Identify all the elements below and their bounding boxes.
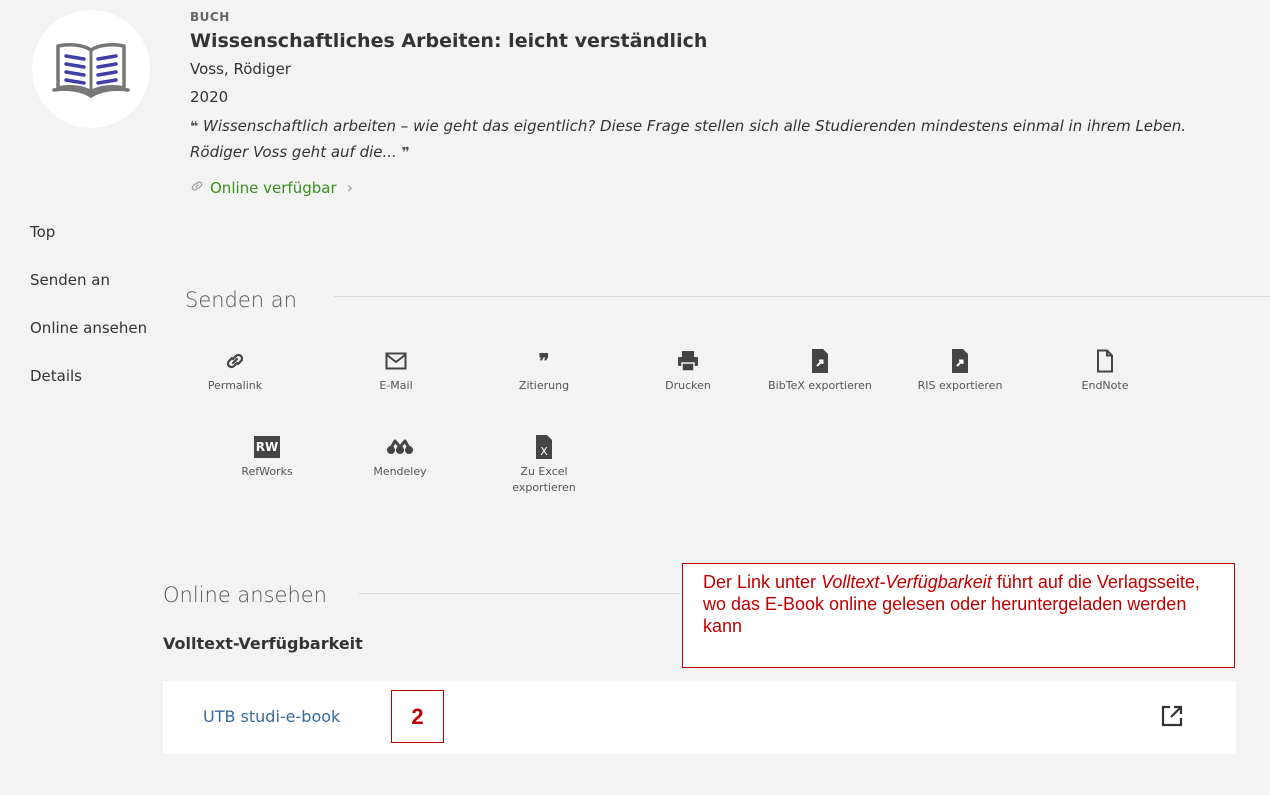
action-permalink[interactable]: Permalink bbox=[180, 346, 290, 394]
step-number-marker: 2 bbox=[391, 690, 444, 743]
link-icon bbox=[180, 346, 290, 376]
annotation-callout: Der Link unter Volltext-Verfügbarkeit fü… bbox=[682, 563, 1235, 668]
book-cover-thumbnail bbox=[32, 10, 150, 128]
availability-label: Online verfügbar bbox=[210, 178, 337, 197]
record-title[interactable]: Wissenschaftliches Arbeiten: leicht vers… bbox=[190, 30, 707, 52]
action-excel[interactable]: X Zu Excel exportieren bbox=[489, 432, 599, 496]
action-endnote[interactable]: EndNote bbox=[1050, 346, 1160, 394]
fulltext-link-row[interactable]: UTB studi-e-book bbox=[163, 681, 1236, 754]
action-label: Zu Excel exportieren bbox=[512, 465, 576, 494]
nav-item-send-to[interactable]: Senden an bbox=[30, 270, 147, 318]
utb-studi-e-book-link[interactable]: UTB studi-e-book bbox=[203, 707, 340, 726]
excel-icon: X bbox=[489, 432, 599, 462]
file-icon bbox=[1050, 346, 1160, 376]
callout-emphasis: Volltext-Verfügbarkeit bbox=[821, 572, 992, 592]
excel-badge: X bbox=[540, 445, 548, 458]
nav-item-top[interactable]: Top bbox=[30, 222, 147, 270]
action-refworks[interactable]: RW RefWorks bbox=[212, 432, 322, 480]
send-to-heading: Senden an bbox=[185, 288, 297, 312]
action-citation[interactable]: ❞ Zitierung bbox=[489, 346, 599, 394]
action-label: Drucken bbox=[665, 379, 711, 392]
action-email[interactable]: E-Mail bbox=[341, 346, 451, 394]
quote-icon: ❞ bbox=[538, 349, 550, 373]
action-label: Mendeley bbox=[373, 465, 427, 478]
record-type: BUCH bbox=[190, 10, 230, 24]
online-view-divider bbox=[359, 593, 681, 594]
callout-prefix: Der Link unter bbox=[703, 572, 822, 592]
refworks-icon: RW bbox=[212, 432, 322, 462]
print-icon bbox=[633, 346, 743, 376]
open-quote-icon: ❝ bbox=[190, 119, 199, 135]
open-book-icon bbox=[52, 43, 130, 99]
record-year: 2020 bbox=[190, 88, 229, 106]
action-label: Permalink bbox=[207, 379, 263, 392]
action-label: EndNote bbox=[1081, 379, 1129, 392]
record-description: ❝ Wissenschaftlich arbeiten – wie geht d… bbox=[190, 114, 1240, 166]
record-author[interactable]: Voss, Rödiger bbox=[190, 60, 291, 78]
action-label: BibTeX exportieren bbox=[768, 379, 872, 392]
section-navigation: Top Senden an Online ansehen Details bbox=[30, 222, 147, 414]
action-mendeley[interactable]: Mendeley bbox=[345, 432, 455, 480]
nav-item-details[interactable]: Details bbox=[30, 366, 147, 414]
chevron-right-icon: › bbox=[346, 178, 354, 197]
nav-item-online-view[interactable]: Online ansehen bbox=[30, 318, 147, 366]
availability-link[interactable]: Online verfügbar › bbox=[190, 178, 353, 197]
close-quote-icon: ❞ bbox=[401, 145, 410, 161]
fulltext-availability-heading: Volltext-Verfügbarkeit bbox=[163, 634, 363, 653]
export-file-icon bbox=[765, 346, 875, 376]
send-to-divider bbox=[334, 296, 1270, 297]
description-text: Wissenschaftlich arbeiten – wie geht das… bbox=[190, 117, 1187, 161]
online-view-heading: Online ansehen bbox=[163, 583, 327, 607]
action-print[interactable]: Drucken bbox=[633, 346, 743, 394]
action-label: Zitierung bbox=[518, 379, 570, 392]
refworks-badge: RW bbox=[254, 436, 280, 458]
export-file-icon bbox=[905, 346, 1015, 376]
external-link-icon[interactable] bbox=[1161, 705, 1183, 731]
mail-icon bbox=[341, 346, 451, 376]
action-label: RefWorks bbox=[241, 465, 293, 478]
link-icon bbox=[190, 179, 204, 197]
action-ris[interactable]: RIS exportieren bbox=[905, 346, 1015, 394]
action-bibtex[interactable]: BibTeX exportieren bbox=[765, 346, 875, 394]
mendeley-icon bbox=[345, 432, 455, 462]
action-label: E-Mail bbox=[379, 379, 413, 392]
action-label: RIS exportieren bbox=[917, 379, 1003, 392]
